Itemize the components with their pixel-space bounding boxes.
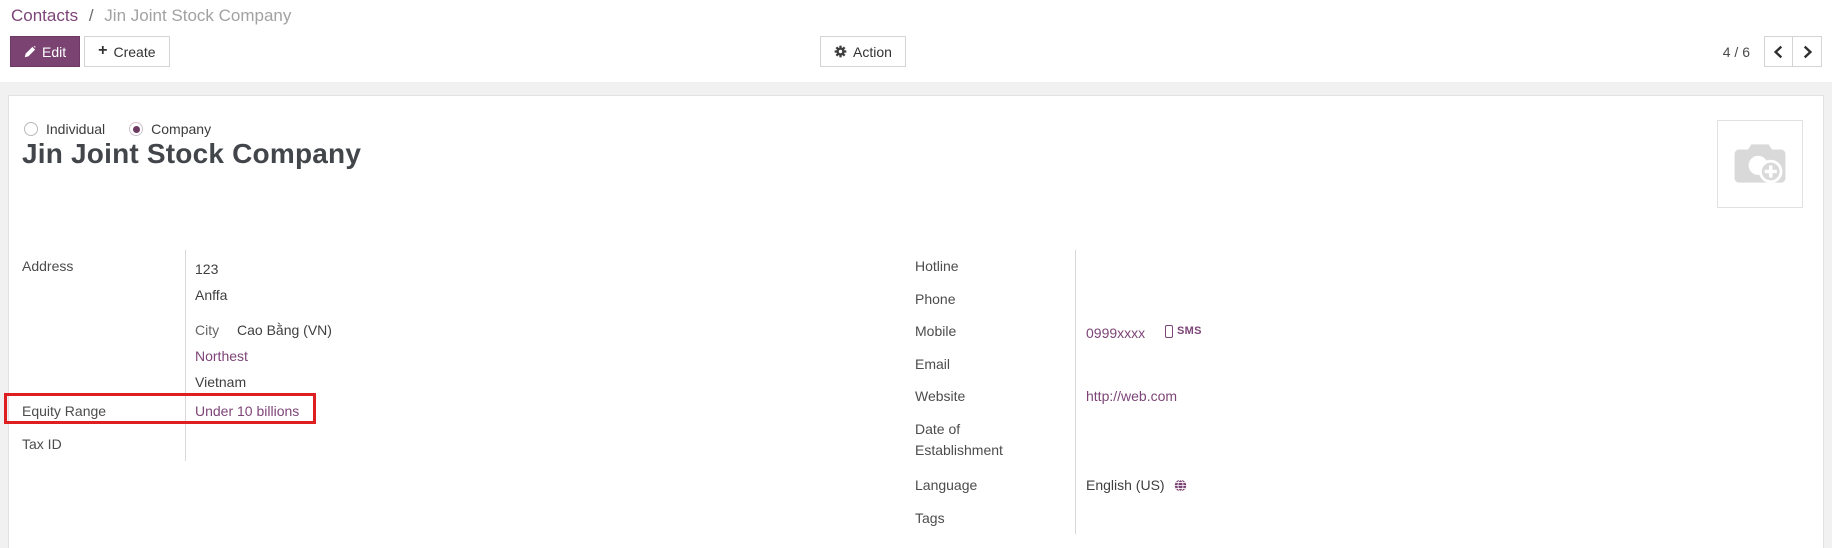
sms-button-label: SMS <box>1177 321 1202 342</box>
field-row-mobile: Mobile 0999xxxx SMS <box>915 315 1615 348</box>
radio-individual[interactable]: Individual <box>24 121 105 137</box>
field-row-tax-id: Tax ID <box>22 428 882 461</box>
contact-name-title: Jin Joint Stock Company <box>22 138 361 170</box>
left-field-group: Address 123 Anffa City Cao Bằng (VN) Nor… <box>22 250 882 461</box>
action-menu-wrap: Action <box>820 36 906 67</box>
mobile-number-link[interactable]: 0999xxxx <box>1086 325 1145 341</box>
mobile-value-cell: 0999xxxx SMS <box>1075 315 1615 348</box>
pager-counter: 4 / 6 <box>1723 44 1750 60</box>
address-region-link[interactable]: Northest <box>195 348 248 364</box>
radio-individual-circle <box>24 122 38 136</box>
address-label: Address <box>22 250 185 395</box>
tags-label: Tags <box>915 502 1075 534</box>
breadcrumb-contacts-link[interactable]: Contacts <box>11 6 78 25</box>
pager-buttons <box>1764 36 1822 67</box>
chevron-right-icon <box>1802 45 1813 59</box>
field-row-phone: Phone <box>915 283 1615 315</box>
hotline-label: Hotline <box>915 250 1075 283</box>
address-street: 123 <box>195 256 882 282</box>
phone-label: Phone <box>915 283 1075 315</box>
radio-individual-label: Individual <box>46 121 105 137</box>
pager-previous-button[interactable] <box>1764 36 1793 67</box>
date-of-establishment-value <box>1075 413 1615 469</box>
equity-range-value-link[interactable]: Under 10 billions <box>195 403 299 419</box>
address-city-line: City Cao Bằng (VN) <box>195 317 882 343</box>
tax-id-label: Tax ID <box>22 428 185 461</box>
hotline-value <box>1075 250 1615 283</box>
breadcrumb-separator: / <box>89 6 94 25</box>
address-city-value: Cao Bằng (VN) <box>237 322 332 338</box>
address-street2: Anffa <box>195 282 882 308</box>
tax-id-value <box>185 428 882 461</box>
camera-plus-icon <box>1732 140 1788 188</box>
language-label: Language <box>915 469 1075 502</box>
plus-icon: + <box>98 43 107 59</box>
chevron-left-icon <box>1773 45 1784 59</box>
address-city-label: City <box>195 322 219 338</box>
field-row-tags: Tags <box>915 502 1615 534</box>
field-row-equity-range: Equity Range Under 10 billions <box>22 395 882 428</box>
language-value-cell: English (US) <box>1075 469 1615 502</box>
pager: 4 / 6 <box>1723 36 1822 67</box>
pencil-icon <box>24 46 36 58</box>
send-sms-button[interactable]: SMS <box>1165 321 1202 342</box>
edit-button[interactable]: Edit <box>10 36 80 67</box>
sms-phone-icon <box>1165 325 1173 338</box>
address-spacer <box>195 308 882 317</box>
contacts-form-page: Contacts / Jin Joint Stock Company Edit … <box>0 0 1832 548</box>
date-of-establishment-label-text: Date of Establishment <box>915 419 1027 461</box>
address-region-line: Northest <box>195 343 882 369</box>
globe-icon[interactable] <box>1174 479 1187 492</box>
date-of-establishment-label: Date of Establishment <box>915 413 1075 469</box>
field-row-email: Email <box>915 348 1615 380</box>
radio-company[interactable]: Company <box>129 121 211 137</box>
website-label: Website <box>915 380 1075 413</box>
edit-button-label: Edit <box>42 44 66 60</box>
create-button-label: Create <box>113 44 155 60</box>
field-row-language: Language English (US) <box>915 469 1615 502</box>
address-country: Vietnam <box>195 369 882 395</box>
phone-value <box>1075 283 1615 315</box>
radio-company-circle <box>129 122 143 136</box>
address-value: 123 Anffa City Cao Bằng (VN) Northest Vi… <box>185 250 882 395</box>
toolbar-buttons: Edit + Create <box>10 36 170 67</box>
website-value-cell: http://web.com <box>1075 380 1615 413</box>
right-field-group: Hotline Phone Mobile 0999xxxx SMS Email … <box>915 250 1615 534</box>
field-row-address: Address 123 Anffa City Cao Bằng (VN) Nor… <box>22 250 882 395</box>
breadcrumb-current: Jin Joint Stock Company <box>104 6 291 25</box>
action-menu-button[interactable]: Action <box>820 36 906 67</box>
create-button[interactable]: + Create <box>84 36 169 67</box>
email-value <box>1075 348 1615 380</box>
email-label: Email <box>915 348 1075 380</box>
field-row-hotline: Hotline <box>915 250 1615 283</box>
equity-range-label: Equity Range <box>22 395 185 428</box>
action-menu-label: Action <box>853 44 892 60</box>
breadcrumb: Contacts / Jin Joint Stock Company <box>11 6 291 26</box>
field-row-website: Website http://web.com <box>915 380 1615 413</box>
radio-company-label: Company <box>151 121 211 137</box>
control-panel: Contacts / Jin Joint Stock Company Edit … <box>0 0 1832 82</box>
language-value: English (US) <box>1086 475 1165 496</box>
mobile-label: Mobile <box>915 315 1075 348</box>
website-link[interactable]: http://web.com <box>1086 388 1177 404</box>
tags-value <box>1075 502 1615 534</box>
field-row-date-of-establishment: Date of Establishment <box>915 413 1615 469</box>
equity-range-value-cell: Under 10 billions <box>185 395 882 428</box>
gear-icon <box>834 45 847 58</box>
pager-next-button[interactable] <box>1793 36 1822 67</box>
contact-type-selector: Individual Company <box>24 121 211 137</box>
contact-image-placeholder <box>1717 120 1803 208</box>
